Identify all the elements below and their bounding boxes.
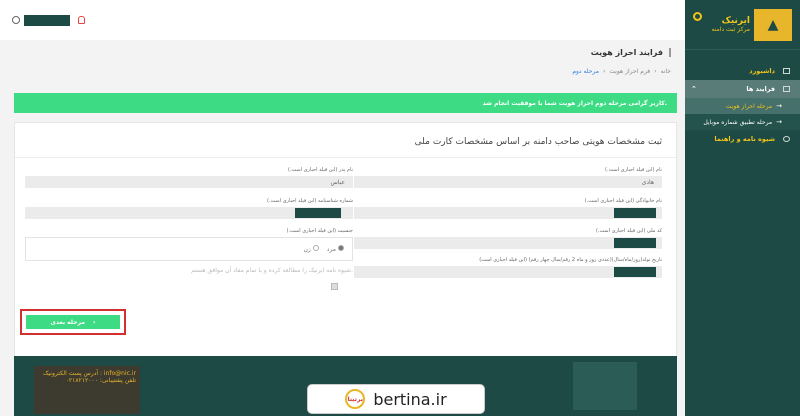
breadcrumb: خانه ‹ فرم احراز هویت ‹ مرحله دوم	[572, 68, 671, 75]
irnic-logo[interactable]: ▲	[754, 8, 792, 41]
footer-email[interactable]: آدرس پست الکترونیک : info@nic.ir	[38, 370, 136, 377]
agreement-checkbox[interactable]	[331, 283, 338, 290]
sidebar-header: ایرنیک مرکز ثبت دامنه ▲	[685, 0, 800, 50]
last-name-label: نام خانوادگی (این فیلد اجباری است.)	[584, 198, 662, 204]
national-code-redacted	[614, 238, 656, 248]
sidebar-item-label: شیوه نامه و راهنما	[714, 135, 775, 143]
footer-logo	[573, 362, 637, 410]
watermark-text: bertina.ir	[373, 389, 447, 409]
monitor-icon	[783, 68, 790, 74]
sidebar-item-label: داشبورد	[749, 67, 775, 75]
arrow-left-icon: →	[776, 102, 782, 110]
last-name-redacted	[614, 208, 656, 218]
father-name-field[interactable]: عباس	[25, 176, 353, 188]
footer-phone: تلفن پشتیبانی: ۰۲۱۸۲۱۲۰۰۰	[65, 377, 136, 384]
gender-radio-group: زن مرد	[25, 237, 353, 261]
brand: ایرنیک مرکز ثبت دامنه	[712, 16, 750, 33]
main-content: فرایند احراز هویت خانه ‹ فرم احراز هویت …	[0, 40, 685, 416]
next-button-label: مرحله بعدی	[50, 318, 86, 326]
sidebar-subitem-label: مرحله تطبیق شماره موبایل	[703, 118, 773, 126]
form-title: ثبت مشخصات هویتی صاحب دامنه بر اساس مشخص…	[414, 137, 662, 147]
sidebar: ایرنیک مرکز ثبت دامنه ▲ داشبورد ⌃ فرایند…	[685, 0, 800, 416]
sidebar-submenu: مرحله احراز هویت → مرحله تطبیق شماره موب…	[685, 98, 800, 130]
document-icon	[783, 86, 790, 92]
next-button[interactable]: مرحله بعدی ›	[26, 315, 120, 329]
watermark: برتینا bertina.ir	[307, 384, 485, 414]
breadcrumb-identity-form[interactable]: فرم احراز هویت	[609, 68, 650, 75]
sidebar-subitem-label: مرحله احراز هویت	[725, 102, 773, 110]
topbar	[0, 0, 685, 40]
birth-date-redacted	[614, 267, 656, 277]
national-code-label: کد ملی (این فیلد اجباری است.)	[595, 228, 662, 234]
footer-contact-box: آدرس پست الکترونیک : info@nic.ir تلفن پش…	[34, 366, 140, 414]
breadcrumb-current: مرحله دوم	[572, 68, 599, 75]
sidebar-item-processes[interactable]: ⌃ فرایند ها	[685, 80, 800, 98]
chevron-left-icon: ›	[93, 318, 96, 326]
brand-name: ایرنیک	[721, 16, 750, 26]
gender-female-option[interactable]: زن	[303, 245, 319, 253]
gender-male-option[interactable]: مرد	[327, 245, 344, 253]
first-name-label: نام (این فیلد اجباری است.)	[605, 167, 662, 173]
gender-female-label: زن	[303, 246, 311, 253]
arrow-left-icon: →	[776, 118, 782, 126]
sidebar-subitem-mobile[interactable]: مرحله تطبیق شماره موبایل →	[685, 114, 800, 130]
identity-form-card: ثبت مشخصات هویتی صاحب دامنه بر اساس مشخص…	[14, 122, 677, 377]
bell-icon[interactable]	[78, 16, 85, 24]
gender-male-label: مرد	[326, 246, 336, 253]
gender-label: جنسیت (این فیلد اجباری است.)	[286, 228, 353, 234]
first-name-field[interactable]: هادی	[354, 176, 662, 188]
birth-date-label: تاریخ تولد(روز/ماه/سال)(عددی روز و ماه 2…	[479, 257, 662, 263]
help-icon	[783, 136, 790, 142]
father-name-label: نام پدر (این فیلد اجباری است.)	[288, 167, 353, 173]
brand-subtitle: مرکز ثبت دامنه	[711, 26, 750, 33]
breadcrumb-separator: ‹	[654, 68, 657, 75]
id-number-redacted	[295, 208, 341, 218]
agreement-text: شیوه نامه ایرنیک را مطالعه کرده و با تما…	[191, 267, 353, 274]
breadcrumb-home[interactable]: خانه	[661, 68, 671, 75]
success-alert: کاربر گرامی مرحله دوم احراز هویت شما با …	[14, 93, 677, 113]
sidebar-subitem-identity[interactable]: مرحله احراز هویت →	[685, 98, 800, 114]
sidebar-item-guide[interactable]: شیوه نامه و راهنما	[685, 130, 800, 148]
breadcrumb-separator: ‹	[602, 68, 606, 75]
user-name-redacted[interactable]	[24, 14, 70, 26]
sidebar-item-dashboard[interactable]: داشبورد	[685, 62, 800, 80]
page-title: فرایند احراز هویت	[591, 48, 671, 57]
radio-male[interactable]	[338, 245, 344, 251]
next-button-highlight: مرحله بعدی ›	[20, 309, 126, 335]
watermark-logo: برتینا	[345, 389, 366, 409]
divider	[15, 157, 676, 158]
radio-female[interactable]	[312, 245, 319, 251]
id-number-label: شماره شناسنامه (این فیلد اجباری است.)	[267, 198, 353, 204]
sidebar-item-label: فرایند ها	[746, 85, 775, 93]
user-icon[interactable]	[12, 16, 20, 24]
gear-icon[interactable]	[693, 12, 702, 21]
chevron-up-icon: ⌃	[691, 85, 697, 93]
